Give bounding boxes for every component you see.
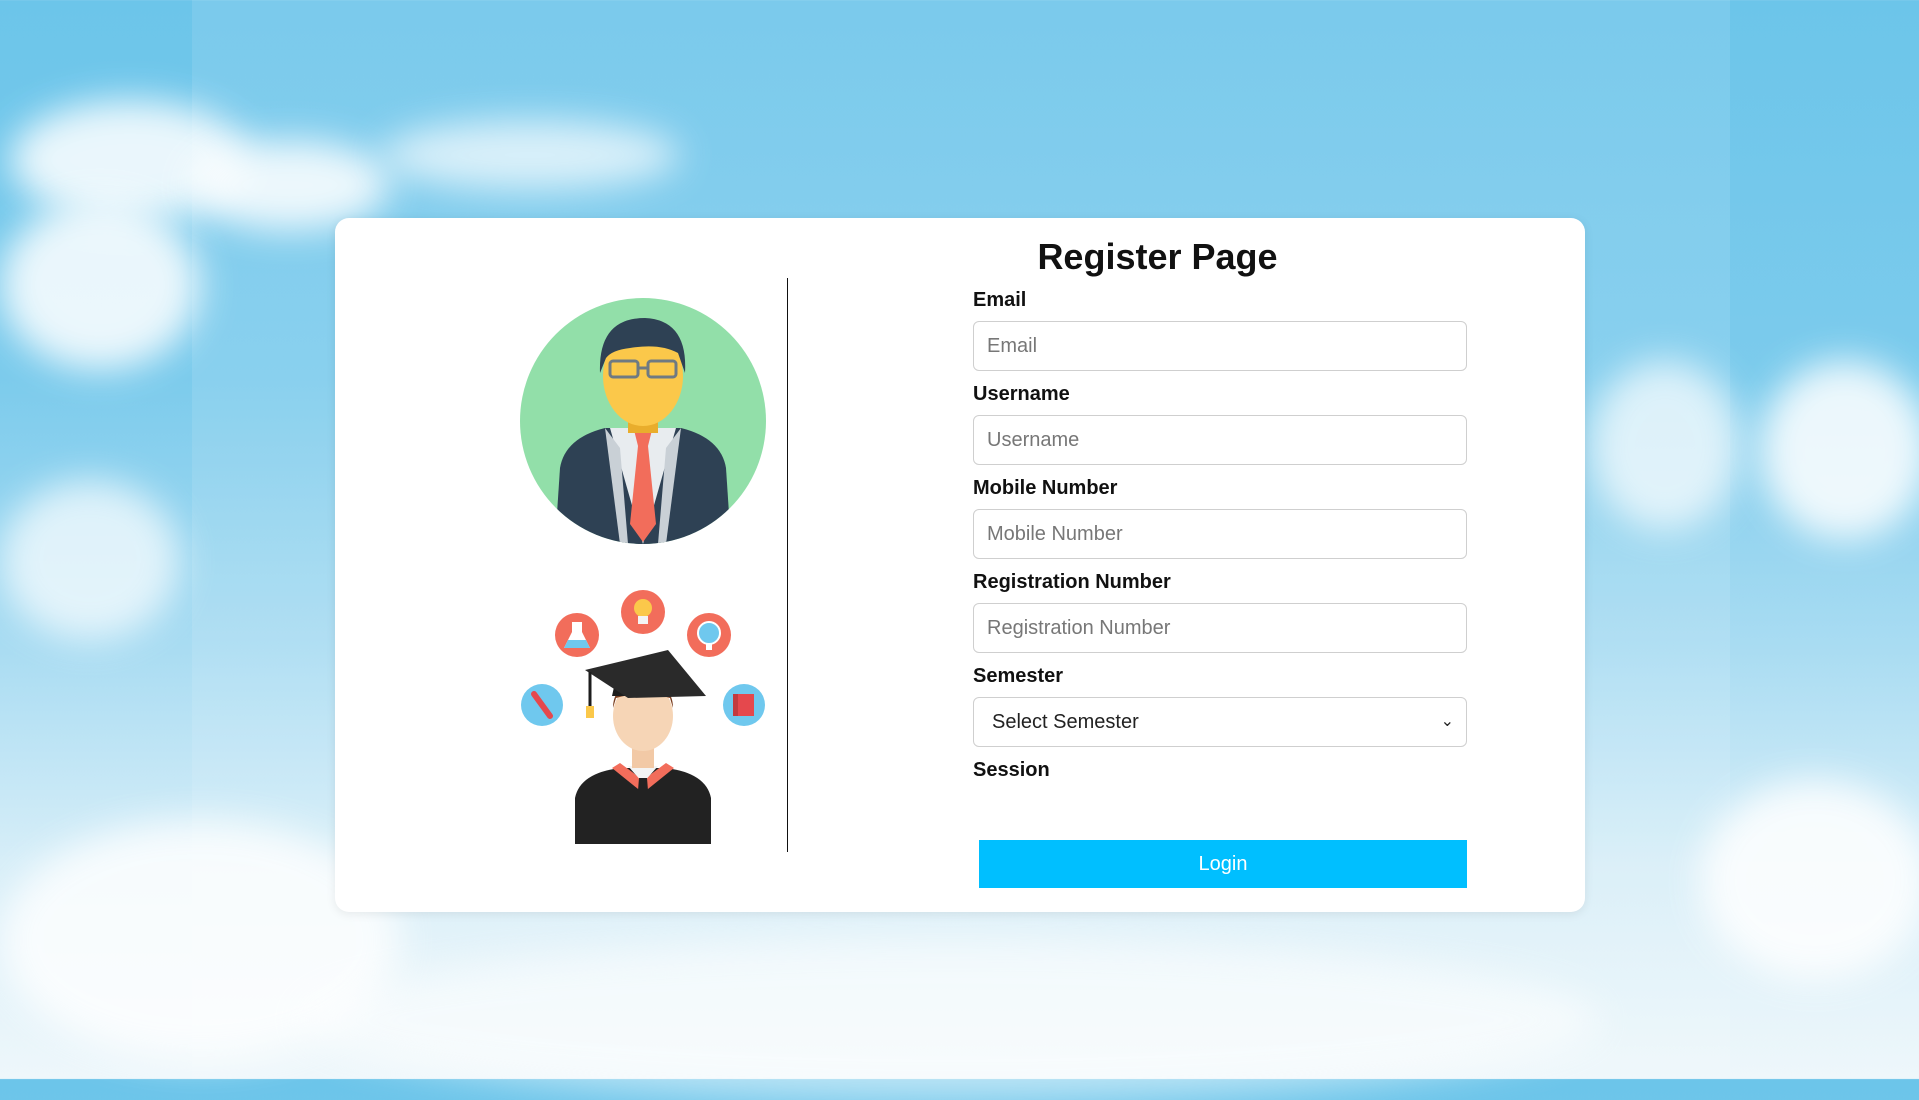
mobile-number-field[interactable] <box>973 509 1467 559</box>
login-button[interactable]: Login <box>979 840 1467 888</box>
email-label: Email <box>973 289 1027 311</box>
registration-number-label: Registration Number <box>973 571 1171 593</box>
globe-icon <box>687 613 731 657</box>
semester-select[interactable]: Select Semester ⌄ <box>973 697 1467 747</box>
register-card: Register Page Email Username Mobile Numb… <box>335 218 1585 912</box>
mobile-number-label: Mobile Number <box>973 477 1118 499</box>
semester-label: Semester <box>973 665 1064 687</box>
page-title: Register Page <box>1037 236 1278 277</box>
username-field[interactable] <box>973 415 1467 465</box>
teacher-avatar-icon <box>520 298 766 544</box>
graduate-student-icon <box>521 590 765 844</box>
email-field[interactable] <box>973 321 1467 371</box>
semester-selected-value: Select Semester <box>992 711 1139 733</box>
session-label: Session <box>973 759 1050 781</box>
registration-number-field[interactable] <box>973 603 1467 653</box>
username-label: Username <box>973 383 1070 405</box>
flask-icon <box>555 613 599 657</box>
lightbulb-icon <box>621 590 665 634</box>
pencil-icon <box>521 684 563 726</box>
chevron-down-icon: ⌄ <box>1440 713 1454 730</box>
register-form: Email Username Mobile Number Registratio… <box>973 288 1467 782</box>
book-icon <box>723 684 765 726</box>
vertical-divider <box>787 278 788 852</box>
